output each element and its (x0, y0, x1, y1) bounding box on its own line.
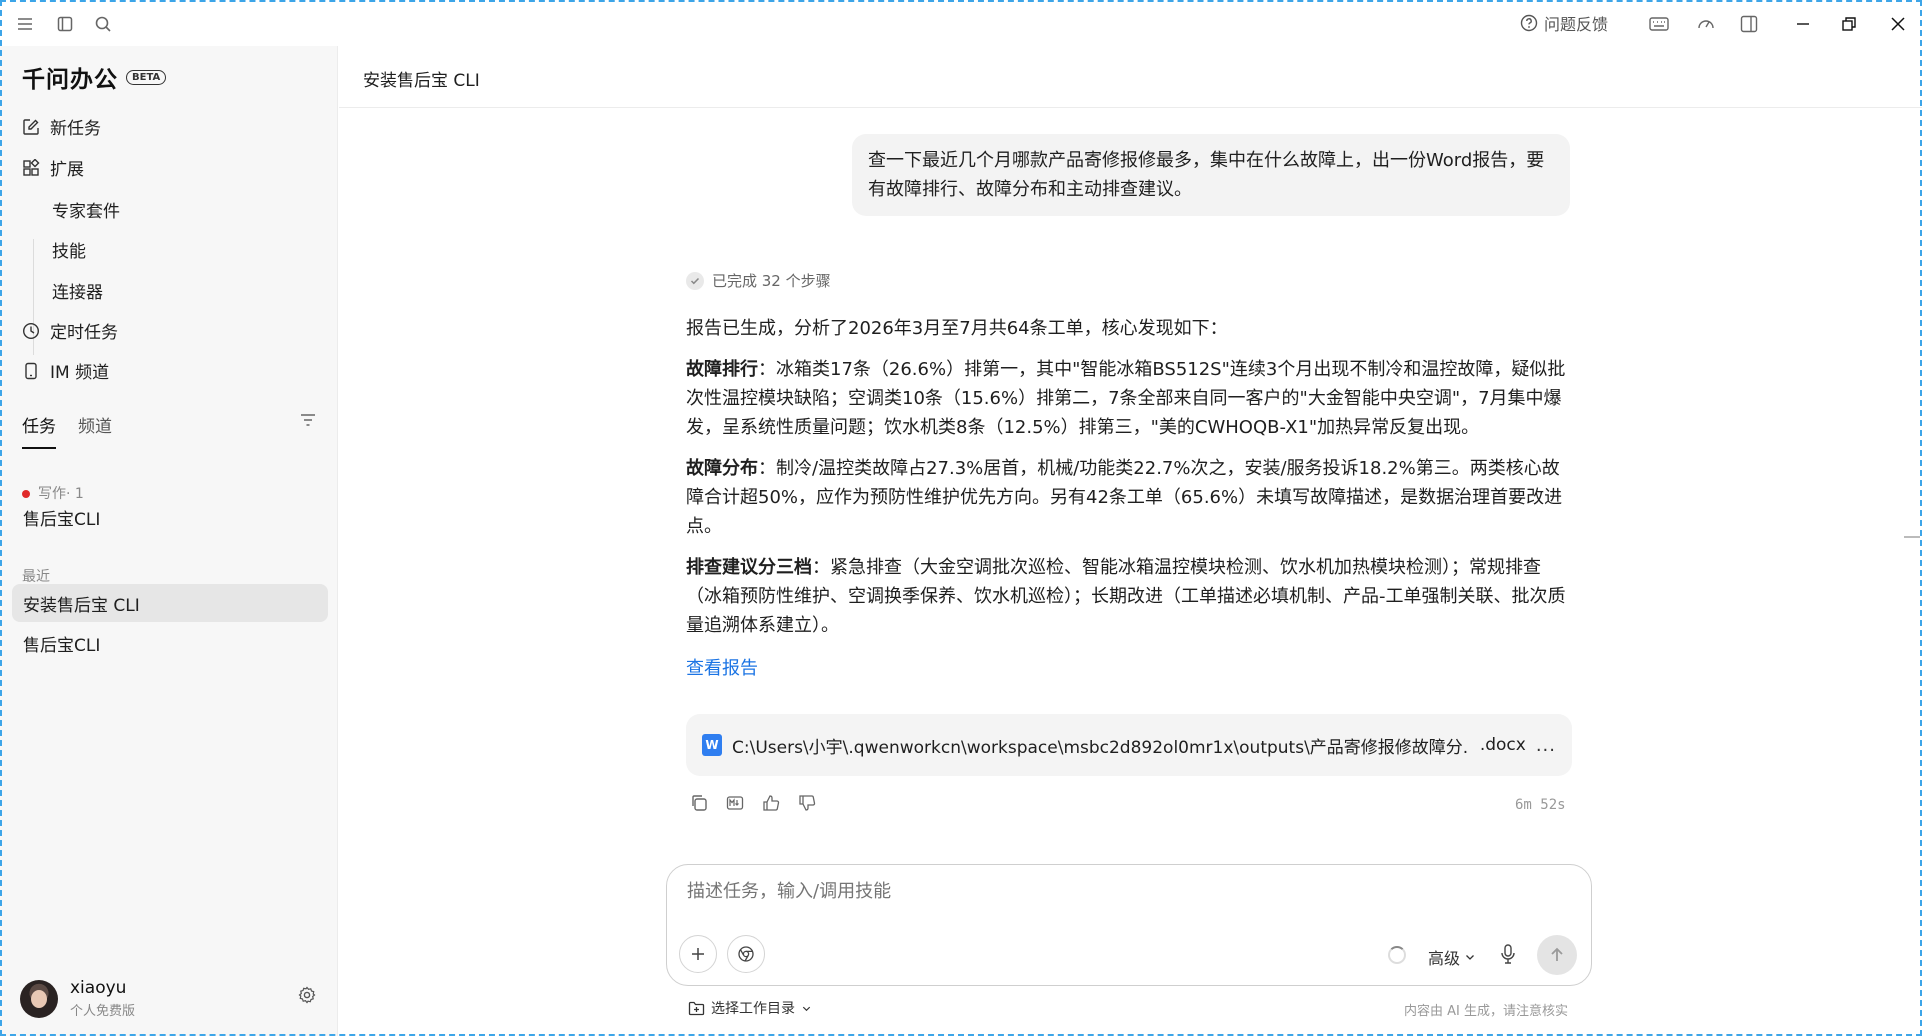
add-button[interactable] (679, 935, 717, 973)
keyboard-icon[interactable] (1647, 12, 1671, 36)
check-icon (686, 271, 704, 290)
copy-icon[interactable] (690, 794, 708, 812)
sidebar-toggle-icon[interactable] (53, 12, 77, 36)
answer-section: 故障分布：制冷/温控类故障占27.3%居首，机械/功能类22.7%次之，安装/服… (686, 454, 1572, 541)
select-workdir-button[interactable]: 选择工作目录 (688, 998, 812, 1018)
arrow-up-icon (1551, 947, 1563, 961)
file-extension: .docx (1479, 735, 1526, 755)
panel-toggle-icon[interactable] (1737, 12, 1761, 36)
menu-icon[interactable] (13, 12, 37, 36)
task-item-writing[interactable]: 售后宝CLI (12, 498, 328, 536)
conversation-header: 安装售后宝 CLI (339, 46, 1922, 108)
markdown-icon[interactable] (726, 794, 744, 812)
sidebar-tabs: 任务 频道 (22, 412, 112, 449)
file-path: C:\Users\小宇\.qwenworkcn\workspace\msbc2d… (732, 737, 1470, 758)
section-body: ：制冷/温控类故障占27.3%居首，机械/功能类22.7%次之，安装/服务投诉1… (686, 458, 1563, 537)
section-heading: 排查建议分三档 (686, 557, 812, 578)
model-level-select[interactable]: 高级 (1428, 945, 1476, 969)
chevron-down-icon (802, 1006, 811, 1011)
more-options-button[interactable]: ... (1536, 735, 1556, 756)
loading-spinner (1388, 946, 1406, 964)
recent-item-selected[interactable]: 安装售后宝 CLI (12, 584, 328, 622)
answer-section: 故障排行：冰箱类17条（26.6%）排第一，其中"智能冰箱BS512S"连续3个… (686, 355, 1572, 442)
steps-label: 已完成 32 个步骤 (712, 272, 831, 290)
feedback-label: 问题反馈 (1544, 15, 1609, 34)
thumbs-up-icon[interactable] (762, 794, 780, 812)
tab-tasks[interactable]: 任务 (22, 412, 56, 449)
phone-icon (25, 362, 37, 379)
view-report-link[interactable]: 查看报告 (686, 654, 758, 680)
steps-status[interactable]: 已完成 32 个步骤 (686, 270, 831, 291)
model-level-label: 高级 (1428, 949, 1461, 968)
section-heading: 故障排行 (686, 359, 758, 380)
nav-new-task-label: 新任务 (50, 119, 101, 139)
nav-connectors[interactable]: 连接器 (52, 278, 103, 303)
composer: 高级 (666, 864, 1592, 986)
tab-channels[interactable]: 频道 (78, 412, 112, 437)
send-button[interactable] (1537, 935, 1577, 975)
nav-im-label: IM 频道 (50, 363, 110, 383)
section-heading: 故障分布 (686, 458, 758, 479)
section-body: ：紧急排查（大金空调批次巡检、智能冰箱温控模块检测、饮水机加热模块检测）；常规排… (686, 557, 1566, 636)
nav-im-channel[interactable]: IM 频道 (22, 358, 109, 383)
assistant-answer: 报告已生成，分析了2026年3月至7月共64条工单，核心发现如下： 故障排行：冰… (686, 314, 1572, 652)
answer-intro: 报告已生成，分析了2026年3月至7月共64条工单，核心发现如下： (686, 318, 1228, 339)
page-title: 安装售后宝 CLI (363, 71, 480, 91)
microphone-icon[interactable] (1499, 943, 1517, 965)
search-icon[interactable] (91, 12, 115, 36)
ai-disclaimer: 内容由 AI 生成，请注意核实 (1404, 1004, 1568, 1019)
workdir-label: 选择工作目录 (711, 1001, 795, 1017)
brand: 千问办公 BETA (22, 60, 167, 94)
word-file-icon: W (702, 734, 722, 756)
file-card[interactable]: W C:\Users\小宇\.qwenworkcn\workspace\msbc… (686, 714, 1572, 776)
nav-extensions[interactable]: 扩展 (22, 155, 84, 180)
sidebar: 千问办公 BETA 新任务 扩展 专家套件 技能 连接器 定时任务 IM 频道 … (0, 46, 338, 1036)
beta-badge: BETA (126, 69, 167, 85)
answer-section: 排查建议分三档：紧急排查（大金空调批次巡检、智能冰箱温控模块检测、饮水机加热模块… (686, 553, 1572, 640)
thumbs-down-icon[interactable] (798, 794, 816, 812)
user-name: xiaoyu (70, 978, 127, 998)
recent-label: 最近 (22, 569, 50, 585)
scrollbar-indicator[interactable] (1904, 536, 1920, 538)
avatar (20, 979, 58, 1018)
brand-name: 千问办公 (22, 67, 118, 93)
nav-new-task[interactable]: 新任务 (22, 114, 101, 139)
restore-icon[interactable] (1837, 12, 1861, 36)
extensions-icon (23, 158, 40, 176)
edit-icon (23, 118, 39, 135)
user-profile[interactable]: xiaoyu 个人免费版 (20, 978, 135, 1019)
gear-icon[interactable] (298, 986, 316, 1004)
user-plan: 个人免费版 (70, 1004, 136, 1019)
section-body: ：冰箱类17条（26.6%）排第一，其中"智能冰箱BS512S"连续3个月出现不… (686, 359, 1566, 438)
response-duration: 6m 52s (1515, 797, 1566, 813)
help-circle-icon (1520, 14, 1538, 32)
browser-icon (738, 946, 754, 962)
nav-expert-suite[interactable]: 专家套件 (52, 197, 120, 222)
clock-icon (22, 322, 40, 339)
title-bar: 问题反馈 (0, 0, 1922, 46)
gauge-icon[interactable] (1694, 12, 1718, 36)
nav-scheduled-label: 定时任务 (50, 323, 118, 343)
feedback-button[interactable]: 问题反馈 (1520, 11, 1608, 35)
nav-extensions-label: 扩展 (50, 160, 84, 180)
minimize-icon[interactable] (1791, 12, 1815, 36)
task-input[interactable] (687, 881, 1567, 902)
browser-button[interactable] (727, 935, 765, 973)
recent-item[interactable]: 售后宝CLI (12, 624, 328, 662)
nav-skills[interactable]: 技能 (52, 237, 86, 262)
folder-plus-icon (688, 1001, 705, 1016)
plus-icon (692, 948, 704, 960)
chevron-down-icon (1466, 955, 1474, 960)
user-message: 查一下最近几个月哪款产品寄修报修最多，集中在什么故障上，出一份Word报告，要有… (852, 134, 1570, 216)
status-dot (22, 490, 30, 498)
filter-icon[interactable] (300, 412, 316, 428)
close-icon[interactable] (1886, 12, 1910, 36)
message-actions (690, 794, 816, 812)
nav-scheduled-tasks[interactable]: 定时任务 (22, 318, 118, 343)
